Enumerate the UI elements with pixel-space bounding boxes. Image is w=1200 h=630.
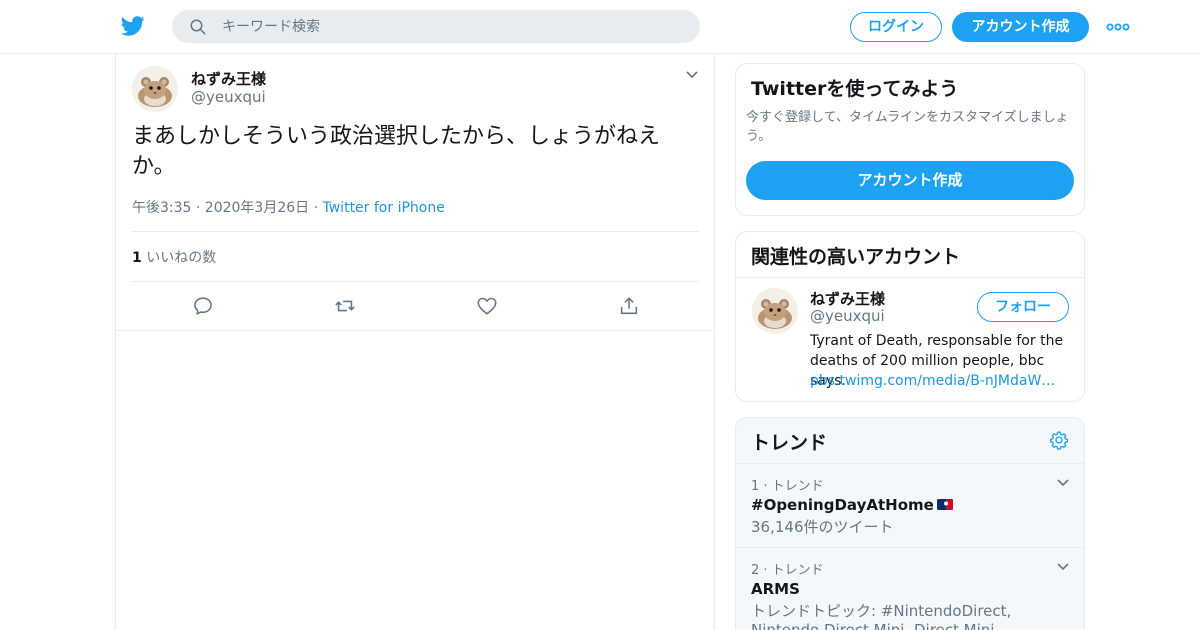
- trend-tweet-count: 36,146件のツイート: [751, 518, 894, 536]
- more-icon[interactable]: [1106, 18, 1130, 36]
- tweet-source-link[interactable]: Twitter for iPhone: [323, 200, 445, 216]
- divider: [131, 231, 699, 232]
- divider: [736, 547, 1084, 548]
- mlb-logo-icon: [936, 499, 953, 510]
- tweet-timestamp[interactable]: 午後3:35 · 2020年3月26日: [132, 200, 309, 216]
- card-title: トレンド: [751, 432, 828, 454]
- bio-link[interactable]: pbs.twimg.com/media/B-nJMdaW…: [810, 371, 1072, 391]
- avatar[interactable]: [132, 66, 178, 112]
- search-bar: [172, 10, 700, 43]
- like-icon[interactable]: [476, 295, 498, 317]
- chevron-down-icon[interactable]: [1056, 562, 1070, 572]
- search-input[interactable]: [222, 10, 682, 43]
- divider: [736, 277, 1084, 278]
- trend-rank: 1 · トレンド: [751, 479, 824, 494]
- chevron-down-icon[interactable]: [685, 70, 699, 80]
- user-handle[interactable]: @yeuxqui: [810, 307, 885, 325]
- card-title: 関連性の高いアカウント: [751, 246, 961, 268]
- meta-separator: ·: [309, 200, 323, 216]
- chevron-down-icon[interactable]: [1056, 478, 1070, 488]
- follow-button[interactable]: フォロー: [977, 292, 1069, 322]
- display-name[interactable]: ねずみ王様: [191, 68, 266, 89]
- login-button[interactable]: ログイン: [850, 12, 942, 42]
- card-title: Twitterを使ってみよう: [751, 78, 959, 100]
- hamster-avatar-image: [752, 288, 798, 334]
- top-bar: ログイン アカウント作成: [0, 0, 1200, 54]
- trend-rank: 2 · トレンド: [751, 563, 824, 578]
- related-accounts-card: 関連性の高いアカウント ねずみ王様 @yeuxqui フォロー Tyrant o…: [735, 231, 1085, 402]
- signup-button[interactable]: アカウント作成: [952, 12, 1089, 42]
- tweet-text: まあしかしそういう政治選択したから、しょうがねえか。: [132, 124, 661, 179]
- hamster-avatar-image: [132, 66, 178, 112]
- display-name[interactable]: ねずみ王様: [810, 288, 885, 309]
- trend-context: トレンドトピック: #NintendoDirect, Nintendo Dire…: [751, 602, 1012, 630]
- gear-icon[interactable]: [1049, 430, 1069, 450]
- reply-icon[interactable]: [192, 295, 214, 317]
- search-icon: [190, 19, 206, 35]
- signup-cta-button[interactable]: アカウント作成: [746, 161, 1074, 200]
- twitter-bird-icon[interactable]: [120, 14, 146, 38]
- trend-name[interactable]: ARMS: [751, 580, 800, 598]
- card-subtitle: 今すぐ登録して、タイムラインをカスタマイズしましょう。: [746, 110, 1069, 144]
- trend-name-text: #OpeningDayAtHome: [751, 496, 934, 514]
- likes-count: 1: [132, 250, 142, 266]
- likes-label: いいねの数: [141, 250, 217, 266]
- divider: [736, 463, 1084, 464]
- likes-stat[interactable]: 1 いいねの数: [132, 247, 216, 267]
- user-handle[interactable]: @yeuxqui: [191, 88, 266, 106]
- tweet-meta: 午後3:35 · 2020年3月26日 · Twitter for iPhone: [132, 197, 445, 217]
- tweet-column: ねずみ王様 @yeuxqui まあしかしそういう政治選択したから、しょうがねえか…: [115, 54, 715, 630]
- avatar[interactable]: [752, 288, 798, 334]
- share-icon[interactable]: [618, 295, 640, 317]
- trends-card: トレンド 1 · トレンド #OpeningDayAtHome 36,146件の…: [735, 417, 1085, 630]
- tweet: ねずみ王様 @yeuxqui まあしかしそういう政治選択したから、しょうがねえか…: [116, 54, 714, 331]
- trend-name[interactable]: #OpeningDayAtHome: [751, 496, 953, 514]
- divider: [131, 281, 699, 282]
- signup-promo-card: Twitterを使ってみよう 今すぐ登録して、タイムラインをカスタマイズしましょ…: [735, 63, 1085, 216]
- retweet-icon[interactable]: [334, 295, 356, 317]
